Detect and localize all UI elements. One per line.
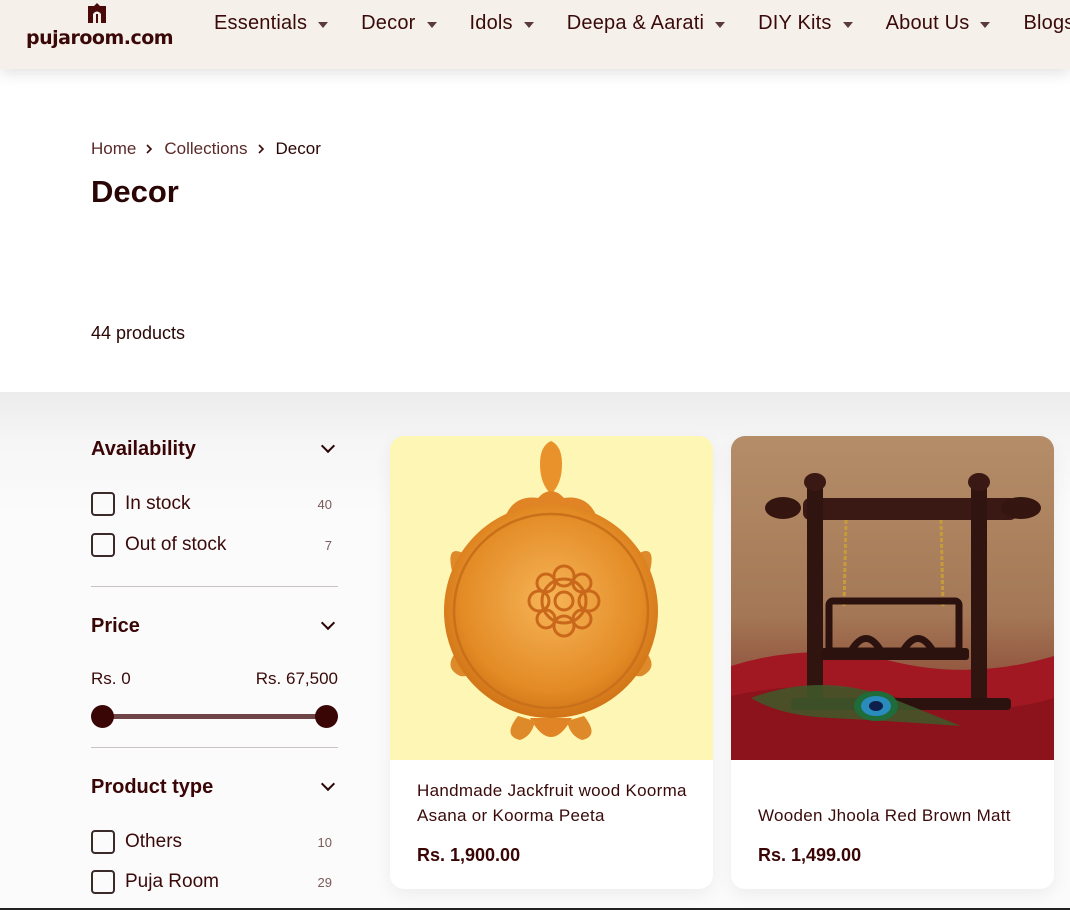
nav-label: Blogs bbox=[1023, 12, 1070, 34]
caret-down-icon bbox=[842, 21, 853, 28]
main-nav: Essentials Decor Idols Deepa & Aarati DI… bbox=[214, 12, 1070, 35]
koorma-asana-illustration bbox=[444, 441, 658, 740]
breadcrumb: Home Collections Decor bbox=[91, 139, 321, 159]
filter-product-type-toggle[interactable]: Product type bbox=[91, 772, 338, 802]
filter-option-in-stock[interactable]: In stock 40 bbox=[91, 491, 338, 517]
nav-label: About Us bbox=[885, 12, 970, 34]
filter-price-toggle[interactable]: Price bbox=[91, 611, 338, 641]
product-card[interactable]: Wooden Jhoola Red Brown Matt Rs. 1,499.0… bbox=[731, 436, 1054, 889]
price-slider-min-handle[interactable] bbox=[91, 705, 114, 728]
product-price: Rs. 1,499.00 bbox=[758, 845, 862, 865]
product-title[interactable]: Handmade Jackfruit wood Koorma Asana or … bbox=[417, 778, 687, 828]
product-title[interactable]: Wooden Jhoola Red Brown Matt bbox=[758, 803, 1028, 828]
breadcrumb-collections[interactable]: Collections bbox=[164, 139, 247, 159]
nav-label: DIY Kits bbox=[758, 12, 832, 34]
checkbox[interactable] bbox=[91, 870, 115, 894]
checkbox[interactable] bbox=[91, 830, 115, 854]
price-max: Rs. 67,500 bbox=[255, 669, 338, 688]
chevron-down-icon bbox=[320, 776, 336, 792]
option-count: 10 bbox=[317, 834, 332, 850]
product-price: Rs. 1,900.00 bbox=[417, 845, 521, 865]
nav-item-deepa-aarati[interactable]: Deepa & Aarati bbox=[566, 12, 726, 35]
divider bbox=[91, 747, 338, 748]
breadcrumb-home[interactable]: Home bbox=[91, 139, 136, 159]
chevron-down-icon bbox=[320, 615, 336, 631]
option-label: In stock bbox=[125, 493, 191, 514]
logo-text: pujaroom.com bbox=[26, 27, 174, 49]
filter-option-puja-room[interactable]: Puja Room 29 bbox=[91, 869, 338, 895]
price-slider-track[interactable] bbox=[102, 714, 327, 719]
nav-item-essentials[interactable]: Essentials bbox=[214, 12, 329, 35]
nav-item-blogs[interactable]: Blogs bbox=[1023, 12, 1070, 35]
nav-item-diy-kits[interactable]: DIY Kits bbox=[758, 12, 853, 35]
temple-logo-icon bbox=[88, 3, 106, 23]
filter-option-out-of-stock[interactable]: Out of stock 7 bbox=[91, 532, 338, 558]
nav-item-idols[interactable]: Idols bbox=[470, 12, 534, 35]
nav-item-decor[interactable]: Decor bbox=[361, 12, 437, 35]
caret-down-icon bbox=[523, 21, 534, 28]
caret-down-icon bbox=[426, 21, 437, 28]
filter-title: Price bbox=[91, 614, 140, 637]
checkbox[interactable] bbox=[91, 533, 115, 557]
option-count: 29 bbox=[317, 874, 332, 890]
option-count: 7 bbox=[324, 537, 332, 553]
nav-label: Deepa & Aarati bbox=[566, 12, 705, 34]
product-count: 44 products bbox=[91, 323, 186, 343]
caret-down-icon bbox=[980, 21, 991, 28]
price-min: Rs. 0 bbox=[91, 669, 131, 688]
filter-availability-toggle[interactable]: Availability bbox=[91, 434, 338, 464]
option-label: Puja Room bbox=[125, 871, 219, 892]
chevron-down-icon bbox=[320, 438, 336, 454]
chevron-right-icon bbox=[146, 144, 153, 154]
wooden-jhoola-illustration bbox=[731, 473, 1054, 760]
caret-down-icon bbox=[318, 21, 329, 28]
price-range-values: Rs. 0 Rs. 67,500 bbox=[91, 669, 338, 689]
product-image-wooden-jhoola[interactable] bbox=[731, 436, 1054, 760]
filter-option-others[interactable]: Others 10 bbox=[91, 829, 338, 855]
site-logo[interactable]: pujaroom.com bbox=[26, 0, 174, 52]
chevron-right-icon bbox=[257, 144, 264, 154]
option-label: Out of stock bbox=[125, 534, 227, 555]
product-card[interactable]: Handmade Jackfruit wood Koorma Asana or … bbox=[390, 436, 713, 889]
breadcrumb-current: Decor bbox=[275, 139, 321, 158]
option-label: Others bbox=[125, 831, 183, 852]
caret-down-icon bbox=[715, 21, 726, 28]
nav-item-about-us[interactable]: About Us bbox=[886, 12, 991, 35]
divider bbox=[91, 586, 338, 587]
page-title: Decor bbox=[91, 174, 179, 209]
checkbox[interactable] bbox=[91, 492, 115, 516]
collection-section: Availability In stock 40 Out of stock 7 … bbox=[0, 392, 1070, 910]
site-header: pujaroom.com Essentials Decor Idols Deep… bbox=[0, 0, 1070, 69]
product-image-koorma-asana[interactable] bbox=[390, 436, 713, 760]
nav-label: Idols bbox=[469, 12, 513, 34]
filter-title: Availability bbox=[91, 437, 196, 460]
price-slider-max-handle[interactable] bbox=[315, 705, 338, 728]
nav-label: Essentials bbox=[214, 12, 308, 34]
option-count: 40 bbox=[317, 496, 332, 512]
filter-title: Product type bbox=[91, 775, 214, 798]
nav-label: Decor bbox=[361, 12, 416, 34]
